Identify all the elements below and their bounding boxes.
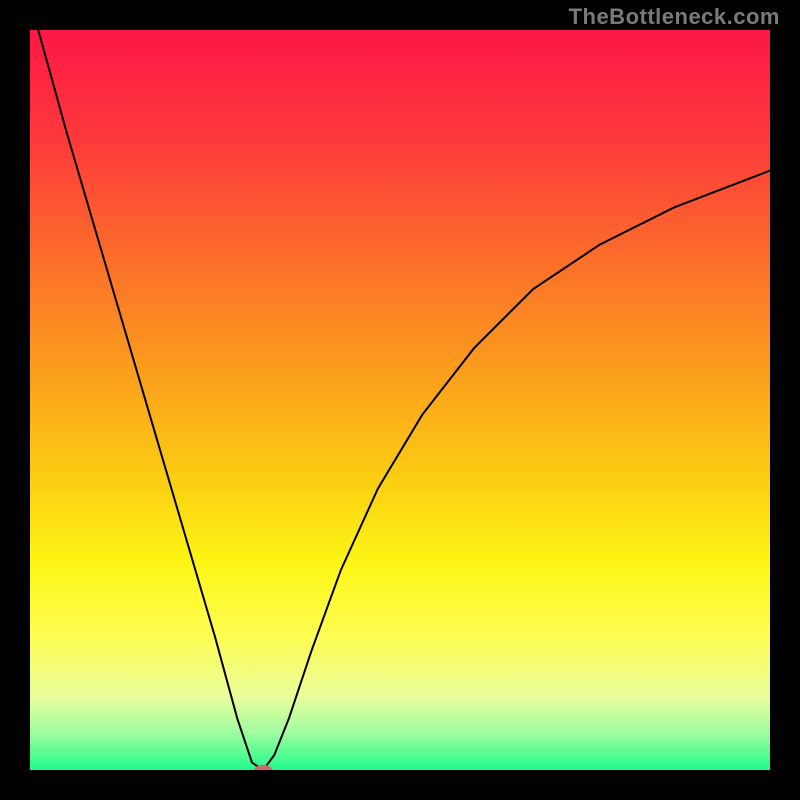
gradient-background	[30, 30, 770, 770]
plot-area	[30, 30, 770, 770]
watermark-text: TheBottleneck.com	[569, 4, 780, 30]
chart-container: TheBottleneck.com	[0, 0, 800, 800]
chart-svg	[30, 30, 770, 770]
